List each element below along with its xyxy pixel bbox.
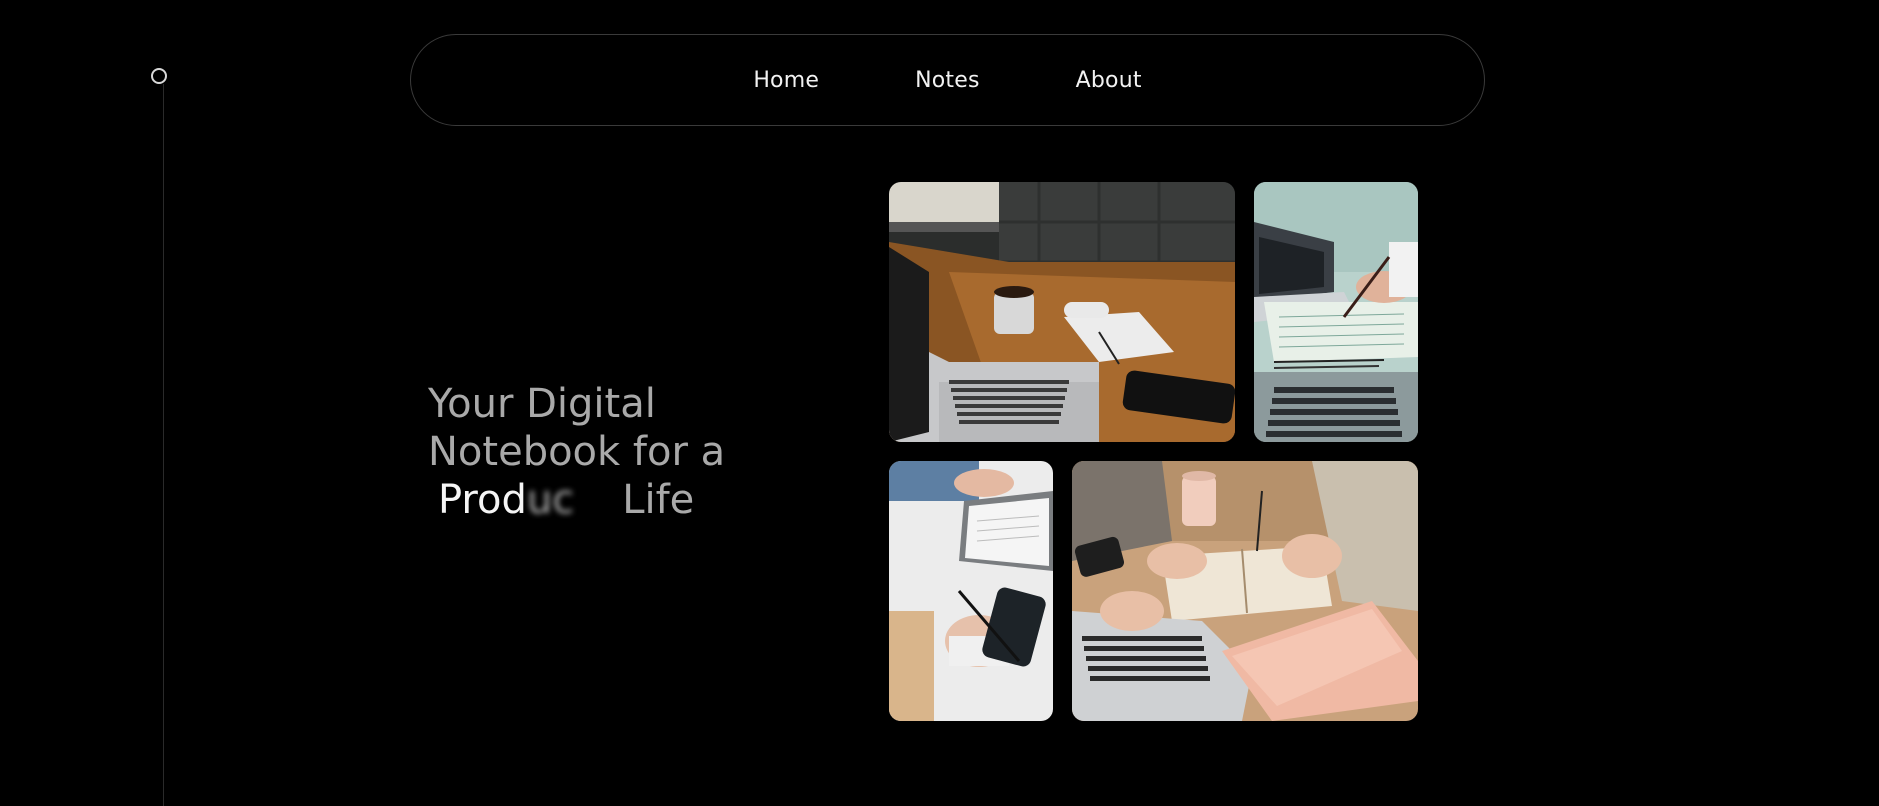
top-navbar: Home Notes About — [410, 34, 1485, 126]
hero-word-life: Life — [622, 477, 695, 523]
hero-heading: Your Digital Notebook for a Produc Life — [428, 380, 768, 524]
hero-line-1: Your Digital — [428, 381, 656, 427]
page: Home Notes About Your Digital Notebook f… — [0, 0, 1879, 806]
scroll-indicator-line — [163, 84, 164, 806]
hero-line-3: Produc Life — [428, 476, 768, 524]
photo-hand-writing-notes — [1254, 182, 1418, 442]
nav-home-link[interactable]: Home — [753, 64, 819, 97]
nav-notes-link[interactable]: Notes — [915, 64, 980, 97]
scroll-indicator-dot — [151, 68, 167, 84]
hero-typed-word: Prod — [438, 477, 527, 523]
nav-about-link[interactable]: About — [1076, 64, 1142, 97]
hero-line-2: Notebook for a — [428, 429, 726, 475]
hero-typed-word-fading: uc — [526, 477, 575, 523]
photo-team-laptop-notebook — [1072, 461, 1418, 721]
photo-notebook-phone — [889, 461, 1053, 721]
photo-laptop-coffee-desk — [889, 182, 1235, 442]
